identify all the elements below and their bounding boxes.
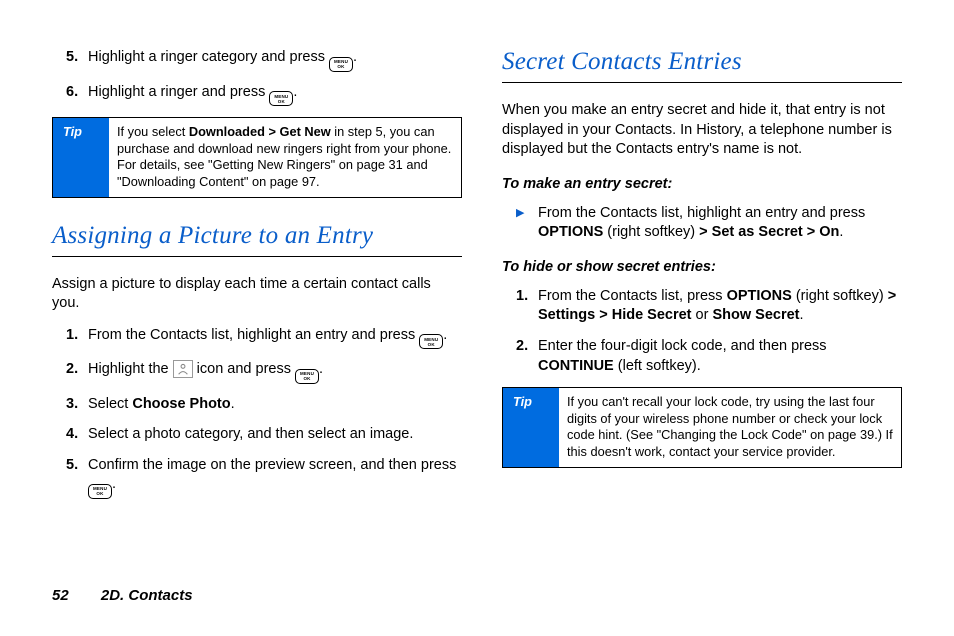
tip-body: If you select Downloaded > Get New in st… [109, 118, 461, 197]
left-column: Highlight a ringer category and press . … [52, 48, 462, 553]
list-item: Enter the four-digit lock code, and then… [502, 337, 902, 376]
menu-ok-icon [269, 91, 293, 106]
tip-box: Tip If you select Downloaded > Get New i… [52, 117, 462, 198]
section-label: 2D. Contacts [101, 587, 193, 604]
step-bold: Show Secret [712, 307, 799, 323]
intro-text: Assign a picture to display each time a … [52, 275, 462, 314]
intro-text: When you make an entry secret and hide i… [502, 101, 902, 160]
step-text: From the Contacts list, press [538, 288, 727, 304]
step-text: Highlight a ringer category and press [88, 49, 329, 65]
step-text: Select a photo category, and then select… [88, 426, 413, 442]
step-bold: Choose Photo [132, 396, 230, 412]
tip-box: Tip If you can't recall your lock code, … [502, 387, 902, 468]
step-text: . [293, 84, 297, 100]
step-text: From the Contacts list, highlight an ent… [538, 205, 865, 221]
step-bold: OPTIONS [538, 224, 603, 240]
step-text: Select [88, 396, 132, 412]
section-heading-assign-picture: Assigning a Picture to an Entry [52, 222, 462, 257]
tip-label: Tip [503, 388, 559, 467]
bullet-item: From the Contacts list, highlight an ent… [502, 204, 902, 243]
page-columns: Highlight a ringer category and press . … [52, 48, 902, 553]
portrait-icon [173, 360, 193, 378]
tip-label: Tip [53, 118, 109, 197]
list-item: Highlight a ringer and press . [52, 83, 462, 107]
tip-body: If you can't recall your lock code, try … [559, 388, 901, 467]
step-text: From the Contacts list, highlight an ent… [88, 327, 419, 343]
step-text: . [800, 307, 804, 323]
step-text: . [443, 327, 447, 343]
list-item: Select a photo category, and then select… [52, 425, 462, 445]
step-text: Enter the four-digit lock code, and then… [538, 338, 827, 354]
step-text: or [692, 307, 713, 323]
step-text: (left softkey). [614, 358, 701, 374]
step-text: Confirm the image on the preview screen,… [88, 457, 456, 473]
tip-text: If you select [117, 124, 189, 139]
page-number: 52 [52, 587, 69, 604]
step-text: . [112, 476, 116, 492]
step-bold: > Set as Secret > On [699, 224, 839, 240]
subheading: To make an entry secret: [502, 176, 902, 192]
hide-show-steps: From the Contacts list, press OPTIONS (r… [502, 287, 902, 376]
list-item: From the Contacts list, press OPTIONS (r… [502, 287, 902, 326]
list-item: From the Contacts list, highlight an ent… [52, 326, 462, 350]
step-text: Highlight a ringer and press [88, 84, 269, 100]
section-heading-secret-contacts: Secret Contacts Entries [502, 48, 902, 83]
list-item: Confirm the image on the preview screen,… [52, 456, 462, 499]
step-text: Highlight the [88, 361, 173, 377]
list-item: Highlight the icon and press . [52, 360, 462, 384]
menu-ok-icon [295, 369, 319, 384]
step-text: . [353, 49, 357, 65]
right-column: Secret Contacts Entries When you make an… [502, 48, 902, 553]
ringer-steps-list: Highlight a ringer category and press . … [52, 48, 462, 106]
step-text: icon and press [193, 361, 295, 377]
step-text: . [319, 361, 323, 377]
tip-bold: Downloaded > Get New [189, 124, 331, 139]
list-item: Select Choose Photo. [52, 395, 462, 415]
step-text: . [839, 224, 843, 240]
menu-ok-icon [88, 484, 112, 499]
list-item: Highlight a ringer category and press . [52, 48, 462, 72]
subheading: To hide or show secret entries: [502, 259, 902, 275]
menu-ok-icon [419, 334, 443, 349]
step-text: . [231, 396, 235, 412]
step-text: (right softkey) [603, 224, 699, 240]
menu-ok-icon [329, 57, 353, 72]
assign-picture-steps: From the Contacts list, highlight an ent… [52, 326, 462, 499]
step-bold: OPTIONS [727, 288, 792, 304]
step-bold: CONTINUE [538, 358, 614, 374]
page-footer: 52 2D. Contacts [52, 587, 193, 604]
step-text: (right softkey) [792, 288, 888, 304]
